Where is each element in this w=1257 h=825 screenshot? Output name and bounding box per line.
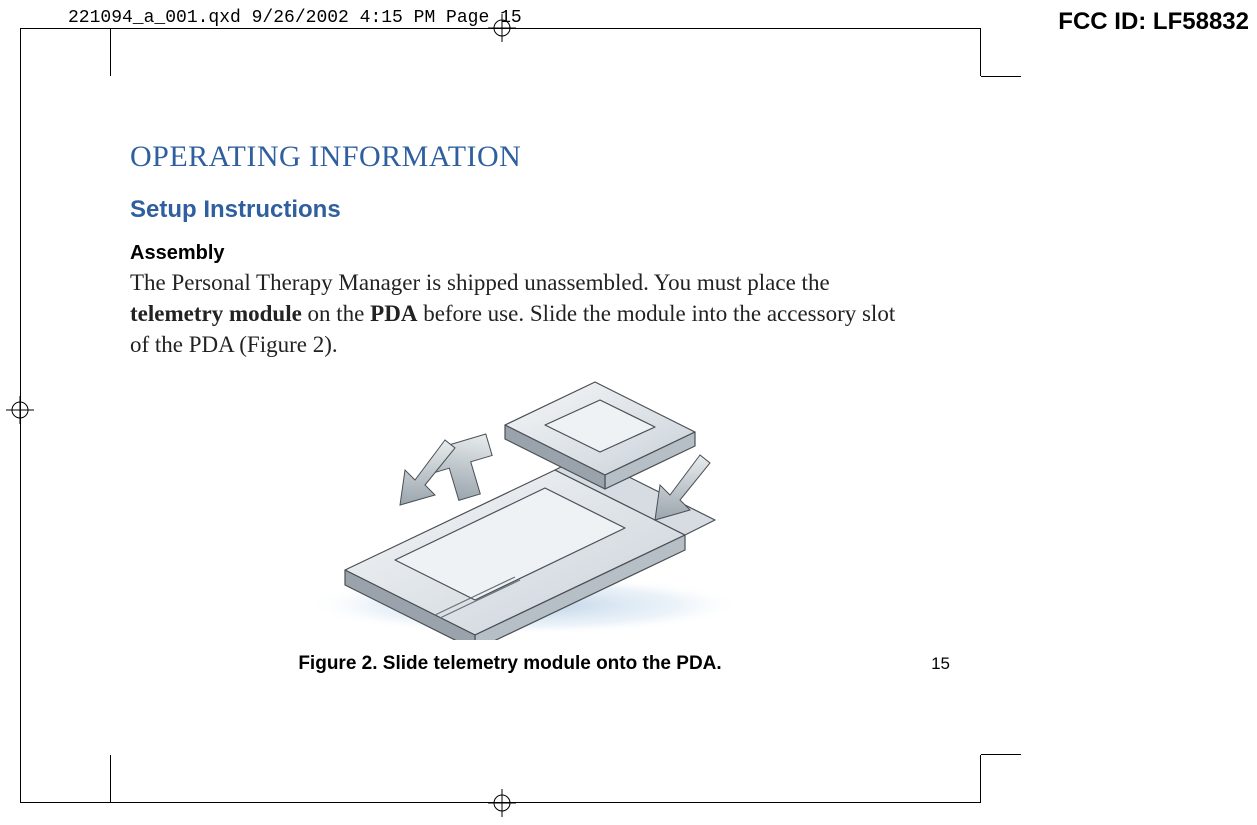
heading-main: OPERATING INFORMATION <box>130 140 900 174</box>
body-paragraph: The Personal Therapy Manager is shipped … <box>130 267 900 360</box>
crop-mark <box>980 28 981 76</box>
fcc-id-label: FCC ID: LF58832 <box>1058 8 1249 36</box>
body-text: on the <box>302 301 370 326</box>
registration-mark-icon <box>488 14 516 42</box>
crop-mark <box>981 76 1021 77</box>
body-text: The Personal Therapy Manager is shipped … <box>130 270 830 295</box>
body-bold-pda: PDA <box>370 301 417 326</box>
heading-sub: Setup Instructions <box>130 196 900 224</box>
page-number: 15 <box>890 654 950 674</box>
registration-mark-icon <box>488 789 516 817</box>
figure-caption: Figure 2. Slide telemetry module onto th… <box>130 653 890 675</box>
crop-mark <box>981 754 1021 755</box>
registration-mark-icon <box>6 396 34 424</box>
arrow-right-icon <box>655 455 710 520</box>
print-header: 221094_a_001.qxd 9/26/2002 4:15 PM Page … <box>68 8 522 28</box>
pda-telemetry-illustration <box>255 370 775 640</box>
figure-2: Figure 2. Slide telemetry module onto th… <box>130 370 900 675</box>
crop-mark <box>110 755 111 803</box>
page-content: OPERATING INFORMATION Setup Instructions… <box>130 140 900 675</box>
body-bold-telemetry-module: telemetry module <box>130 301 302 326</box>
crop-mark <box>110 28 111 76</box>
crop-mark <box>980 755 981 803</box>
heading-assembly: Assembly <box>130 242 900 265</box>
